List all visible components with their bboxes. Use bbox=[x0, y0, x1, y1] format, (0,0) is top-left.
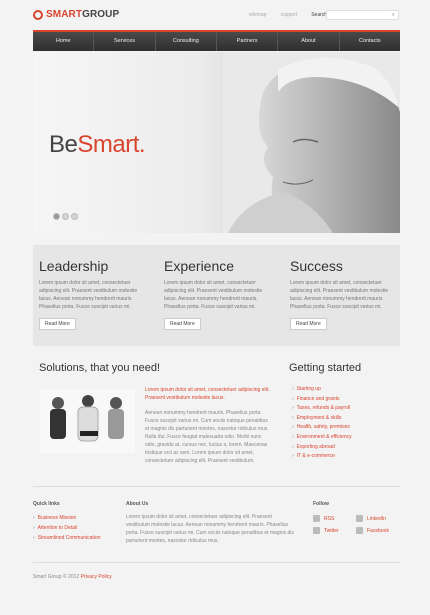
feature-title: Experience bbox=[164, 258, 235, 274]
list-item[interactable]: Health, safety, premises bbox=[292, 423, 352, 433]
solutions-lead-text: Lorem ipsum dolor sit amet, consectetuer… bbox=[145, 387, 270, 401]
quick-links-title: Quick links bbox=[33, 501, 60, 507]
solutions-title: Solutions, that you need! bbox=[39, 362, 161, 374]
feature-text: Lorem ipsum dolor sit amet, consectetuer… bbox=[39, 280, 138, 310]
features-band: Leadership Lorem ipsum dolor sit amet, c… bbox=[33, 245, 400, 346]
privacy-policy-link[interactable]: Privacy Policy bbox=[81, 574, 112, 580]
logo[interactable]: SMARTGROUP bbox=[33, 9, 119, 20]
linkedin-icon bbox=[356, 515, 363, 522]
read-more-button[interactable]: Read More bbox=[290, 318, 327, 330]
getting-started-title: Getting started bbox=[289, 362, 362, 374]
follow-title: Follow bbox=[313, 501, 329, 507]
nav-item-about[interactable]: About bbox=[278, 32, 340, 51]
feature-leadership: Leadership Lorem ipsum dolor sit amet, c… bbox=[39, 258, 149, 330]
page: SMARTGROUP sitemap support Search ⌕ Home… bbox=[0, 0, 430, 615]
list-item[interactable]: Exporting abroad bbox=[292, 443, 352, 453]
nav-item-home[interactable]: Home bbox=[33, 32, 95, 51]
rss-icon bbox=[313, 515, 320, 522]
top-links: sitemap support Search bbox=[249, 12, 327, 18]
main-nav: Home Services Consulting Partners About … bbox=[33, 30, 400, 51]
logo-text: SMARTGROUP bbox=[46, 9, 120, 20]
about-text: Lorem ipsum dolor sit amet, consectetuer… bbox=[126, 514, 294, 544]
hero-portrait-image bbox=[223, 52, 400, 233]
feature-success: Success Lorem ipsum dolor sit amet, cons… bbox=[290, 258, 400, 330]
about-title: About Us bbox=[126, 501, 149, 507]
quick-links-list: Business Mission Attention to Detail Str… bbox=[33, 513, 101, 543]
feature-title: Leadership bbox=[39, 258, 109, 274]
feature-text: Lorem ipsum dolor sit amet, consectetuer… bbox=[164, 280, 263, 310]
nav-item-consulting[interactable]: Consulting bbox=[156, 32, 217, 51]
nav-item-services[interactable]: Services bbox=[94, 32, 156, 51]
read-more-button[interactable]: Read More bbox=[164, 318, 201, 330]
nav-item-partners[interactable]: Partners bbox=[217, 32, 279, 51]
follow-facebook[interactable]: Facebook bbox=[356, 527, 389, 534]
read-more-button[interactable]: Read More bbox=[39, 318, 76, 330]
feature-title: Success bbox=[290, 258, 343, 274]
feature-text: Lorem ipsum dolor sit amet, consectetuer… bbox=[290, 280, 389, 310]
footer-divider bbox=[33, 562, 400, 563]
hero-title: BeSmart. bbox=[49, 131, 146, 158]
list-item[interactable]: Employment & skills bbox=[292, 414, 352, 424]
list-item[interactable]: Starting up bbox=[292, 385, 352, 395]
search-icon[interactable]: ⌕ bbox=[392, 12, 395, 19]
follow-twitter[interactable]: Twitter bbox=[313, 527, 339, 534]
follow-linkedin[interactable]: LinkedIn bbox=[356, 515, 386, 522]
follow-rss[interactable]: RSS bbox=[313, 515, 334, 522]
slider-dot[interactable] bbox=[53, 213, 60, 220]
section-divider bbox=[33, 486, 400, 487]
list-item[interactable]: IT & e-commerce bbox=[292, 452, 352, 462]
list-item[interactable]: Taxes, refunds & payroll bbox=[292, 404, 352, 414]
team-photo-image bbox=[40, 389, 135, 453]
nav-item-contacts[interactable]: Contacts bbox=[340, 32, 400, 51]
getting-started-list: Starting up Finance and grants Taxes, re… bbox=[292, 385, 352, 462]
search-input[interactable]: ⌕ bbox=[326, 10, 399, 20]
logo-ring-icon bbox=[33, 9, 43, 20]
slider-dot[interactable] bbox=[71, 213, 78, 220]
quick-link[interactable]: Business Mission bbox=[33, 513, 100, 523]
copyright: Smart Group © 2012 Privacy Policy bbox=[33, 574, 112, 580]
hero-slider: BeSmart. bbox=[33, 52, 400, 233]
slider-dot[interactable] bbox=[62, 213, 69, 220]
facebook-icon bbox=[356, 527, 363, 534]
top-link-sitemap[interactable]: sitemap bbox=[249, 12, 267, 18]
quick-link[interactable]: Attention to Detail bbox=[33, 523, 100, 533]
solutions-body-text: Aenean nonummy hendrerit mauris. Phasell… bbox=[145, 410, 269, 464]
feature-experience: Experience Lorem ipsum dolor sit amet, c… bbox=[164, 258, 274, 330]
list-item[interactable]: Environment & efficiency bbox=[292, 433, 352, 443]
quick-link[interactable]: Streamlined Communication bbox=[33, 533, 101, 543]
list-item[interactable]: Finance and grants bbox=[292, 395, 352, 405]
top-link-support[interactable]: support bbox=[281, 12, 298, 18]
top-link-search: Search bbox=[311, 12, 328, 18]
twitter-icon bbox=[313, 527, 320, 534]
slider-pagination bbox=[53, 213, 78, 220]
